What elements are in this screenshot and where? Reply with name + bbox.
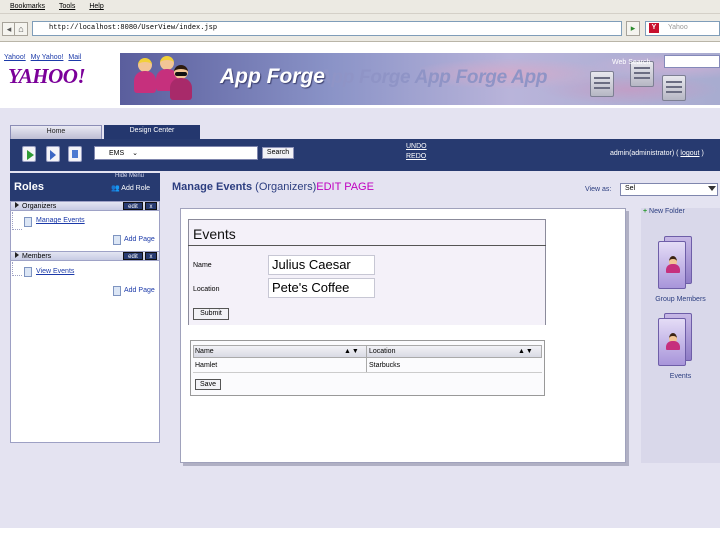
roles-sidebar (10, 173, 160, 443)
logout-link[interactable]: logout (680, 150, 699, 157)
column-header-location[interactable]: Location (369, 348, 395, 355)
page-title: Manage Events (Organizers)EDIT PAGE (172, 181, 374, 193)
sort-arrows-icon[interactable]: ▲▼ (518, 348, 534, 355)
expand-triangle-icon (15, 252, 19, 258)
add-role-button[interactable]: 👥 Add Role (111, 184, 150, 192)
events-folder-icon[interactable] (658, 313, 696, 367)
hide-menu-link[interactable]: Hide Menu (115, 173, 144, 179)
yahoo-link[interactable]: Yahoo! (4, 54, 26, 61)
browser-menubar: Bookmarks Tools Help (0, 0, 720, 14)
name-label: Name (193, 262, 212, 269)
group-members-folder-icon[interactable] (658, 236, 696, 290)
delete-role-button[interactable]: x (145, 202, 157, 210)
menu-help[interactable]: Help (89, 3, 103, 10)
role-name: Organizers (22, 203, 57, 210)
table-cell-location[interactable]: Starbucks (369, 362, 400, 369)
new-folder-button[interactable]: + New Folder (643, 208, 685, 215)
folder-label-events[interactable]: Events (641, 373, 720, 380)
application-select[interactable]: EMS ⌄ (94, 146, 258, 160)
table-cell-name[interactable]: Hamlet (195, 362, 217, 369)
location-input[interactable]: Pete's Coffee (268, 278, 375, 298)
menu-tools[interactable]: Tools (59, 3, 75, 10)
page-icon (24, 217, 32, 227)
home-icon[interactable]: ⌂ (14, 22, 28, 36)
sort-arrows-icon[interactable]: ▲▼ (344, 348, 360, 355)
search-button[interactable]: Search (262, 147, 294, 159)
user-info: admin(administrator) ( logout ) (610, 150, 704, 157)
step-run-icon[interactable] (46, 146, 60, 162)
column-header-name[interactable]: Name (195, 348, 214, 355)
tab-home[interactable]: Home (10, 125, 102, 139)
column-divider (366, 345, 367, 372)
play-icon[interactable] (22, 146, 36, 162)
location-label: Location (193, 286, 220, 293)
folder-label-group-members[interactable]: Group Members (641, 296, 720, 303)
banner-watermark-text: App Forge App Forge App (318, 67, 548, 88)
user-figure-icon (134, 58, 156, 98)
page-title-name: Manage Events (172, 181, 253, 193)
yahoo-logo[interactable]: YAHOO! (8, 64, 86, 89)
server-icon (662, 75, 686, 101)
new-folder-label: New Folder (649, 208, 685, 215)
app-title: App Forge (220, 65, 325, 88)
edit-page-link[interactable]: EDIT PAGE (316, 181, 374, 193)
chevron-down-icon: ⌄ (132, 150, 138, 157)
page-link-manage-events[interactable]: Manage Events (36, 217, 85, 224)
table-header (193, 345, 542, 358)
go-arrow-icon[interactable]: ▸ (626, 21, 640, 36)
redo-link[interactable]: REDO (406, 153, 426, 160)
submit-button[interactable]: Submit (193, 308, 229, 320)
page-title-role: (Organizers) (255, 181, 317, 193)
save-button[interactable]: Save (195, 379, 221, 390)
chevron-down-icon[interactable] (708, 186, 716, 191)
menu-bookmarks[interactable]: Bookmarks (10, 3, 45, 10)
page-document-icon[interactable] (68, 146, 82, 162)
tab-design-center[interactable]: Design Center (104, 125, 200, 139)
form-title: Events (193, 226, 236, 242)
divider (188, 245, 546, 246)
expand-triangle-icon (15, 202, 19, 208)
add-page-button[interactable]: Add Page (124, 287, 155, 294)
role-name: Members (22, 253, 52, 260)
page-icon (24, 267, 32, 277)
add-role-label: Add Role (121, 185, 151, 192)
name-input[interactable]: Julius Caesar (268, 255, 375, 275)
yahoo-links: Yahoo! My Yahoo! Mail (4, 54, 84, 61)
web-search-input[interactable] (664, 55, 720, 68)
tree-connector (12, 262, 22, 276)
user-figure-icon (170, 65, 192, 105)
add-page-button[interactable]: Add Page (124, 236, 155, 243)
my-yahoo-link[interactable]: My Yahoo! (31, 54, 64, 61)
add-page-icon (113, 286, 121, 296)
edit-role-button[interactable]: edit (123, 252, 143, 260)
edit-role-button[interactable]: edit (123, 202, 143, 210)
user-name: admin(administrator) (610, 150, 675, 157)
server-icon (590, 71, 614, 97)
view-as-label: View as: (585, 186, 612, 193)
delete-role-button[interactable]: x (145, 252, 157, 260)
add-page-icon (113, 235, 121, 245)
mail-link[interactable]: Mail (68, 54, 81, 61)
table-row-divider (193, 372, 542, 373)
footer (0, 528, 720, 540)
undo-link[interactable]: UNDO (406, 143, 427, 150)
view-as-select[interactable]: Sel (620, 183, 718, 196)
application-select-value: EMS (109, 150, 125, 157)
tree-connector (12, 212, 22, 230)
web-search-label: Web Search (612, 59, 651, 66)
new-folder-icon: + (643, 208, 648, 215)
yahoo-search-engine-icon[interactable]: Y (649, 23, 659, 33)
url-field[interactable]: http://localhost:8080/UserView/index.jsp (32, 21, 622, 36)
page-link-view-events[interactable]: View Events (36, 268, 74, 275)
add-user-icon: 👥 (111, 185, 120, 192)
roles-title: Roles (14, 181, 44, 193)
